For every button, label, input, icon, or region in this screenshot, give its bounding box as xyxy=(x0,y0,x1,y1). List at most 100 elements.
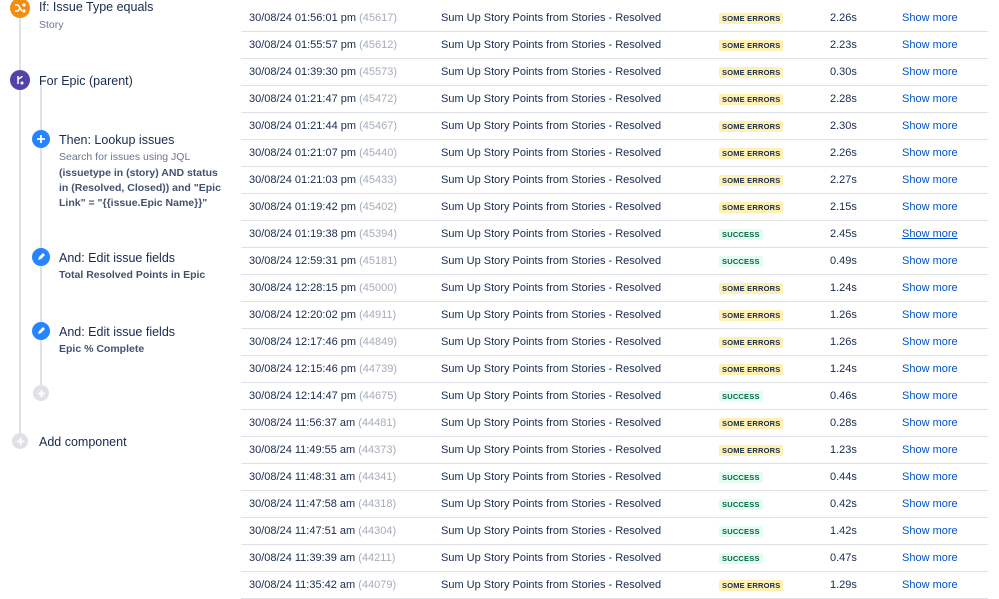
status-badge: SOME ERRORS xyxy=(719,579,784,591)
table-row: 30/08/24 01:21:44 pm (45467) Sum Up Stor… xyxy=(241,113,988,140)
show-more-link[interactable]: Show more xyxy=(902,410,958,436)
status-badge: SOME ERRORS xyxy=(719,120,784,132)
duration: 1.23s xyxy=(830,444,857,456)
duration: 0.28s xyxy=(830,417,857,429)
lookup-jql-line-2: in (Resolved, Closed)) and "Epic xyxy=(59,182,221,194)
show-more-link[interactable]: Show more xyxy=(902,329,958,355)
rule-name: Sum Up Story Points from Stories - Resol… xyxy=(441,201,662,213)
show-more-link[interactable]: Show more xyxy=(902,437,958,463)
execution-id: (44079) xyxy=(358,579,397,591)
rule-name: Sum Up Story Points from Stories - Resol… xyxy=(441,444,662,456)
show-more-link[interactable]: Show more xyxy=(902,545,958,571)
status-badge: SUCCESS xyxy=(719,498,763,510)
rule-name: Sum Up Story Points from Stories - Resol… xyxy=(441,417,662,429)
execution-id: (44675) xyxy=(359,390,398,402)
rule-builder-panel: If: Issue Type equals Story For Epic (pa… xyxy=(0,0,240,574)
edit-fields-2-title[interactable]: And: Edit issue fields xyxy=(59,325,175,339)
show-more-link[interactable]: Show more xyxy=(902,275,958,301)
duration: 0.44s xyxy=(830,471,857,483)
show-more-link[interactable]: Show more xyxy=(902,302,958,328)
edit-fields-1-title[interactable]: And: Edit issue fields xyxy=(59,251,175,265)
edit-fields-2-field: Epic % Complete xyxy=(59,343,145,355)
execution-id: (44211) xyxy=(358,552,396,564)
show-more-link[interactable]: Show more xyxy=(902,221,958,247)
edit-fields-1-field: Total Resolved Points in Epic xyxy=(59,269,206,281)
table-row: 30/08/24 01:21:47 pm (45472) Sum Up Stor… xyxy=(241,86,988,113)
execution-id: (45612) xyxy=(359,39,398,51)
duration: 1.26s xyxy=(830,336,857,348)
status-badge: SOME ERRORS xyxy=(719,336,784,348)
audit-log-table: 30/08/24 01:56:01 pm (45617) Sum Up Stor… xyxy=(241,6,988,599)
execution-date: 30/08/24 01:21:44 pm xyxy=(249,120,357,132)
show-more-link[interactable]: Show more xyxy=(902,32,958,58)
show-more-link[interactable]: Show more xyxy=(902,194,958,220)
table-row: 30/08/24 12:14:47 pm (44675) Sum Up Stor… xyxy=(241,383,988,410)
rule-name: Sum Up Story Points from Stories - Resol… xyxy=(441,579,662,591)
branch-title[interactable]: For Epic (parent) xyxy=(39,74,133,88)
show-more-link[interactable]: Show more xyxy=(902,140,958,166)
execution-date: 30/08/24 11:39:39 am xyxy=(249,552,356,564)
add-to-branch-icon[interactable] xyxy=(33,385,49,401)
execution-date: 30/08/24 12:59:31 pm xyxy=(249,255,357,267)
execution-date: 30/08/24 12:15:46 pm xyxy=(249,363,357,375)
execution-date: 30/08/24 01:39:30 pm xyxy=(249,66,357,78)
execution-id: (45440) xyxy=(359,147,398,159)
execution-id: (44911) xyxy=(359,309,397,321)
rule-name: Sum Up Story Points from Stories - Resol… xyxy=(441,471,662,483)
execution-date: 30/08/24 01:56:01 pm xyxy=(249,12,357,24)
add-component-label[interactable]: Add component xyxy=(39,435,127,449)
show-more-link[interactable]: Show more xyxy=(902,356,958,382)
execution-id: (44318) xyxy=(358,498,397,510)
execution-date: 30/08/24 12:28:15 pm xyxy=(249,282,357,294)
rule-name: Sum Up Story Points from Stories - Resol… xyxy=(441,174,662,186)
execution-date: 30/08/24 01:21:47 pm xyxy=(249,93,357,105)
table-row: 30/08/24 12:59:31 pm (45181) Sum Up Stor… xyxy=(241,248,988,275)
rule-name: Sum Up Story Points from Stories - Resol… xyxy=(441,363,662,375)
condition-title[interactable]: If: Issue Type equals xyxy=(39,0,153,14)
table-row: 30/08/24 11:39:39 am (44211) Sum Up Stor… xyxy=(241,545,988,572)
status-badge: SOME ERRORS xyxy=(719,417,784,429)
status-badge: SOME ERRORS xyxy=(719,282,784,294)
duration: 1.42s xyxy=(830,525,857,537)
table-row: 30/08/24 11:47:58 am (44318) Sum Up Stor… xyxy=(241,491,988,518)
lookup-description: Search for issues using JQL xyxy=(59,151,191,163)
table-row: 30/08/24 12:17:46 pm (44849) Sum Up Stor… xyxy=(241,329,988,356)
show-more-link[interactable]: Show more xyxy=(902,59,958,85)
edit-pencil-icon[interactable] xyxy=(32,322,50,340)
show-more-link[interactable]: Show more xyxy=(902,383,958,409)
show-more-link[interactable]: Show more xyxy=(902,248,958,274)
edit-pencil-icon[interactable] xyxy=(32,248,50,266)
show-more-link[interactable]: Show more xyxy=(902,167,958,193)
show-more-link[interactable]: Show more xyxy=(902,86,958,112)
duration: 0.47s xyxy=(830,552,857,564)
rule-name: Sum Up Story Points from Stories - Resol… xyxy=(441,309,662,321)
lookup-title[interactable]: Then: Lookup issues xyxy=(59,133,174,147)
execution-date: 30/08/24 11:47:58 am xyxy=(249,498,356,510)
show-more-link[interactable]: Show more xyxy=(902,518,958,544)
duration: 1.29s xyxy=(830,579,857,591)
execution-id: (45573) xyxy=(359,66,398,78)
condition-shuffle-icon[interactable] xyxy=(10,0,30,18)
table-row: 30/08/24 12:28:15 pm (45000) Sum Up Stor… xyxy=(241,275,988,302)
show-more-link[interactable]: Show more xyxy=(902,572,958,598)
rule-name: Sum Up Story Points from Stories - Resol… xyxy=(441,39,662,51)
show-more-link[interactable]: Show more xyxy=(902,491,958,517)
execution-id: (44739) xyxy=(359,363,398,375)
status-badge: SUCCESS xyxy=(719,255,763,267)
execution-id: (45472) xyxy=(359,93,398,105)
execution-date: 30/08/24 11:56:37 am xyxy=(249,417,356,429)
rule-name: Sum Up Story Points from Stories - Resol… xyxy=(441,336,662,348)
add-action-icon[interactable] xyxy=(32,130,50,148)
lookup-jql-line-1: (issuetype in (story) AND status xyxy=(59,167,218,179)
status-badge: SOME ERRORS xyxy=(719,174,784,186)
show-more-link[interactable]: Show more xyxy=(902,6,958,31)
rule-name: Sum Up Story Points from Stories - Resol… xyxy=(441,255,662,267)
branch-icon[interactable] xyxy=(10,70,30,90)
execution-id: (45467) xyxy=(359,120,398,132)
add-component-icon[interactable] xyxy=(12,433,28,449)
show-more-link[interactable]: Show more xyxy=(902,113,958,139)
status-badge: SOME ERRORS xyxy=(719,93,784,105)
duration: 2.26s xyxy=(830,12,857,24)
status-badge: SUCCESS xyxy=(719,471,763,483)
show-more-link[interactable]: Show more xyxy=(902,464,958,490)
